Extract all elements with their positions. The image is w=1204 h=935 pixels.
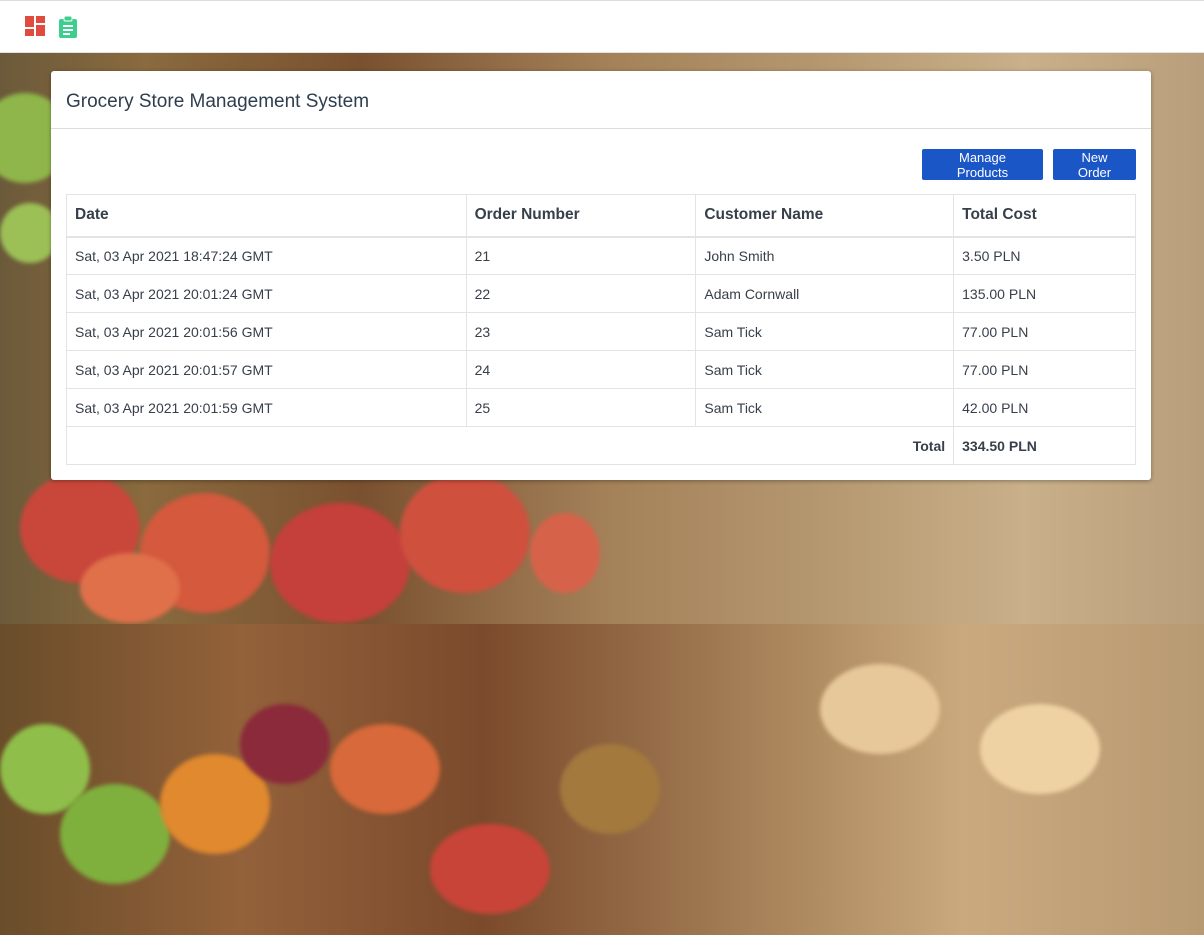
table-row: Sat, 03 Apr 2021 20:01:56 GMT 23 Sam Tic… [66, 312, 1136, 351]
cell-order-number: 22 [465, 274, 697, 313]
cell-customer-name: Sam Tick [695, 388, 955, 427]
card-header: Grocery Store Management System [51, 71, 1151, 129]
cell-customer-name: Adam Cornwall [695, 274, 955, 313]
cell-total-cost: 42.00 PLN [953, 388, 1136, 427]
column-header-date: Date [66, 194, 467, 238]
cell-customer-name: Sam Tick [695, 312, 955, 351]
cell-date: Sat, 03 Apr 2021 18:47:24 GMT [66, 236, 467, 275]
cell-order-number: 23 [465, 312, 697, 351]
top-nav-bar [0, 0, 1204, 53]
cell-date: Sat, 03 Apr 2021 20:01:56 GMT [66, 312, 467, 351]
new-order-button[interactable]: New Order [1053, 149, 1136, 180]
toolbar: Manage Products New Order [51, 129, 1151, 193]
cell-total-cost: 3.50 PLN [953, 236, 1136, 275]
page-title: Grocery Store Management System [66, 91, 370, 112]
cell-date: Sat, 03 Apr 2021 20:01:24 GMT [66, 274, 467, 313]
cell-order-number: 21 [465, 236, 697, 275]
cell-date: Sat, 03 Apr 2021 20:01:59 GMT [66, 388, 467, 427]
table-row: Sat, 03 Apr 2021 18:47:24 GMT 21 John Sm… [66, 236, 1136, 275]
total-row: Total 334.50 PLN [65, 426, 1136, 465]
cell-total-cost: 77.00 PLN [953, 350, 1136, 389]
cell-total-cost: 135.00 PLN [953, 274, 1136, 313]
total-value: 334.50 PLN [953, 426, 1136, 465]
cell-order-number: 25 [465, 388, 697, 427]
table-row: Sat, 03 Apr 2021 20:01:24 GMT 22 Adam Co… [66, 274, 1136, 313]
table-row: Sat, 03 Apr 2021 20:01:59 GMT 25 Sam Tic… [66, 388, 1136, 427]
column-header-customer-name: Customer Name [695, 194, 955, 238]
column-header-total-cost: Total Cost [953, 194, 1136, 238]
orders-card: Grocery Store Management System Manage P… [51, 71, 1151, 480]
table-header-row: Date Order Number Customer Name Total Co… [66, 194, 1136, 238]
cell-date: Sat, 03 Apr 2021 20:01:57 GMT [66, 350, 467, 389]
cell-order-number: 24 [465, 350, 697, 389]
cell-total-cost: 77.00 PLN [953, 312, 1136, 351]
dashboard-icon[interactable] [25, 15, 45, 38]
cell-customer-name: Sam Tick [695, 350, 955, 389]
orders-table: Date Order Number Customer Name Total Co… [65, 194, 1136, 465]
clipboard-icon[interactable] [58, 15, 78, 38]
cell-customer-name: John Smith [695, 236, 955, 275]
total-label: Total [65, 426, 955, 465]
column-header-order-number: Order Number [465, 194, 697, 238]
manage-products-button[interactable]: Manage Products [922, 149, 1043, 180]
table-row: Sat, 03 Apr 2021 20:01:57 GMT 24 Sam Tic… [66, 350, 1136, 389]
